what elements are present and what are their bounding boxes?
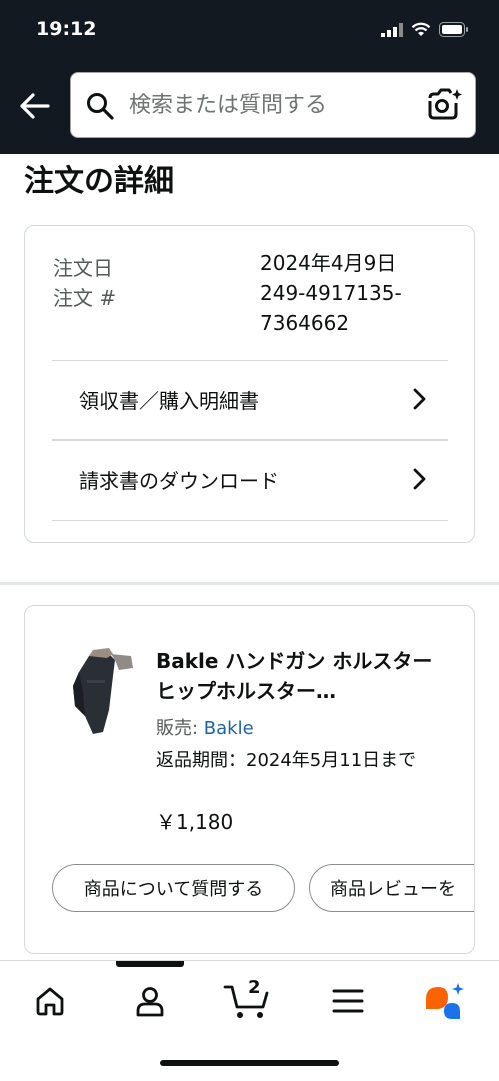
item-price: ￥1,180 <box>156 810 234 834</box>
order-number-label: 注文 # <box>53 286 117 310</box>
signal-icon <box>381 22 403 37</box>
home-indicator <box>160 1060 339 1066</box>
top-header <box>0 62 499 154</box>
active-tab-indicator <box>116 961 184 967</box>
cart-count-badge: 2 <box>248 977 261 998</box>
page-title: 注文の詳細 <box>24 164 174 199</box>
rufus-assistant-icon <box>426 983 464 1019</box>
status-icons <box>381 22 469 37</box>
search-input[interactable] <box>129 85 414 125</box>
invoice-download-label: 請求書のダウンロード <box>79 469 279 493</box>
order-item-card: Bakle ハンドガン ホルスター ヒップホルスター… 販売: Bakle 返品… <box>24 605 475 954</box>
write-review-label: 商品レビューを <box>330 879 456 900</box>
product-image[interactable] <box>63 646 137 736</box>
tab-rufus[interactable] <box>414 979 474 1023</box>
search-box[interactable] <box>70 72 476 138</box>
receipt-link-label: 領収書／購入明細書 <box>79 389 259 413</box>
chevron-right-icon <box>413 388 426 410</box>
tab-home[interactable] <box>20 979 80 1023</box>
chevron-right-icon <box>413 468 426 490</box>
product-title[interactable]: Bakle ハンドガン ホルスター ヒップホルスター… <box>156 646 436 706</box>
camera-lens-icon[interactable] <box>427 87 463 123</box>
order-info-card: 注文日 2024年4月9日 注文 # 249-4917135-7364662 領… <box>24 225 475 543</box>
seller-link[interactable]: Bakle <box>204 718 254 739</box>
order-number-value: 249-4917135-7364662 <box>260 281 402 335</box>
order-date-value: 2024年4月9日 <box>260 251 397 275</box>
account-icon <box>136 987 164 1017</box>
menu-icon <box>332 989 364 1013</box>
receipt-link[interactable]: 領収書／購入明細書 <box>25 361 474 437</box>
seller-line: 販売: Bakle <box>156 714 254 740</box>
return-period: 返品期間：2024年5月11日まで <box>156 750 417 771</box>
wifi-icon <box>411 22 431 36</box>
section-separator <box>0 582 499 585</box>
status-bar: 19:12 <box>0 0 499 62</box>
back-arrow-icon <box>20 93 50 119</box>
tab-account[interactable] <box>120 979 180 1023</box>
back-button[interactable] <box>16 88 52 124</box>
write-review-button[interactable]: 商品レビューを <box>309 864 474 912</box>
ask-question-label: 商品について質問する <box>83 879 264 900</box>
search-icon <box>87 93 114 120</box>
tab-cart[interactable]: 2 <box>218 977 278 1023</box>
home-icon <box>36 987 64 1016</box>
seller-label: 販売: <box>156 718 204 739</box>
status-time: 19:12 <box>36 18 97 40</box>
invoice-download-link[interactable]: 請求書のダウンロード <box>25 441 474 517</box>
battery-icon <box>439 22 468 37</box>
ask-question-button[interactable]: 商品について質問する <box>52 864 295 912</box>
divider <box>52 520 448 521</box>
order-date-label: 注文日 <box>53 256 113 280</box>
tab-menu[interactable] <box>318 979 378 1023</box>
